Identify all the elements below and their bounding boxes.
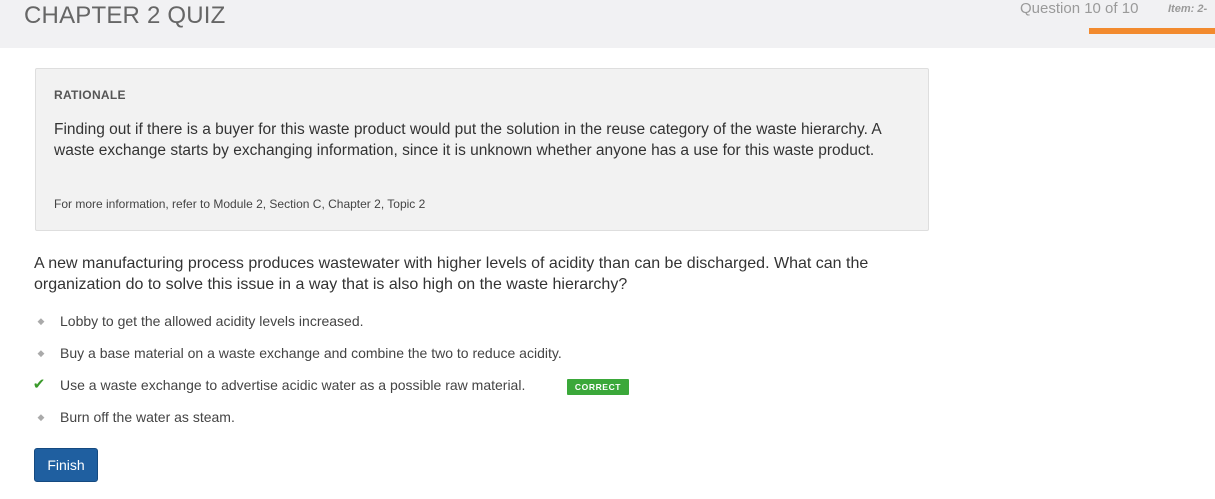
quiz-header: CHAPTER 2 QUIZ Question 10 of 10 Item: 2… (0, 0, 1215, 48)
item-label: Item: 2- (1168, 3, 1208, 15)
answer-option-2[interactable]: ◆ Buy a base material on a waste exchang… (34, 343, 734, 375)
answer-list: ◆ Lobby to get the allowed acidity level… (32, 311, 734, 439)
answer-label: Burn off the water as steam. (60, 409, 235, 425)
answer-option-1[interactable]: ◆ Lobby to get the allowed acidity level… (34, 311, 734, 343)
question-progress-text: Question 10 of 10 (1020, 0, 1139, 17)
progress-bar (1089, 28, 1215, 34)
answer-option-3[interactable]: ✔ Use a waste exchange to advertise acid… (32, 375, 734, 407)
answer-label: Use a waste exchange to advertise acidic… (60, 377, 526, 393)
diamond-icon: ◆ (37, 316, 45, 326)
diamond-icon: ◆ (37, 412, 45, 422)
quiz-title: CHAPTER 2 QUIZ (24, 2, 226, 29)
question-text: A new manufacturing process produces was… (34, 255, 869, 293)
rationale-heading: RATIONALE (54, 88, 126, 102)
answer-option-4[interactable]: ◆ Burn off the water as steam. (34, 407, 734, 439)
checkmark-icon: ✔ (32, 376, 46, 393)
answer-label: Lobby to get the allowed acidity levels … (60, 313, 364, 329)
finish-button[interactable]: Finish (34, 448, 98, 482)
rationale-reference: For more information, refer to Module 2,… (54, 197, 426, 211)
rationale-body: Finding out if there is a buyer for this… (54, 121, 881, 159)
rationale-panel: RATIONALE Finding out if there is a buye… (35, 68, 929, 231)
diamond-icon: ◆ (37, 348, 45, 358)
correct-badge: CORRECT (567, 379, 629, 395)
answer-label: Buy a base material on a waste exchange … (60, 345, 562, 361)
